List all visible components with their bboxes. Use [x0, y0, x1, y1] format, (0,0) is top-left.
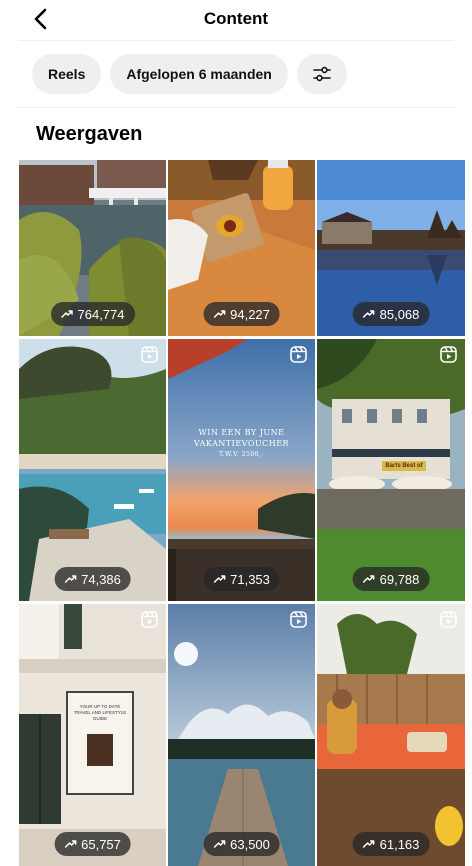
trending-up-icon — [213, 310, 225, 318]
views-badge: 69,788 — [352, 567, 430, 591]
content-tile[interactable]: 764,774 — [19, 160, 166, 336]
thumbnail-image — [168, 339, 315, 601]
thumbnail-image — [317, 604, 465, 866]
views-badge: 65,757 — [54, 832, 131, 856]
views-badge: 94,227 — [203, 302, 280, 326]
filter-settings-button[interactable] — [296, 54, 347, 94]
reel-icon — [440, 611, 457, 628]
content-tile[interactable]: 85,068 — [317, 160, 465, 336]
reel-icon — [290, 611, 307, 628]
views-count: 74,386 — [81, 571, 121, 587]
page-title: Content — [203, 9, 269, 28]
filter-divider — [18, 107, 454, 108]
content-grid: 764,774 94,227 85,068 74,386 WIN EEN BY … — [19, 160, 465, 866]
views-count: 61,163 — [379, 836, 420, 852]
content-tile[interactable]: 63,500 — [168, 604, 315, 866]
poster-text: YOUR UP TO DATE TRAVEL AND LIFESTYLE GUI… — [73, 704, 127, 721]
sliders-icon — [313, 66, 331, 82]
content-tile[interactable]: 94,227 — [168, 160, 315, 336]
views-count: 69,788 — [379, 571, 420, 587]
thumbnail-image — [168, 604, 315, 866]
reel-icon — [440, 346, 457, 363]
filter-bar: Reels Afgelopen 6 maanden — [32, 54, 347, 94]
reel-icon — [290, 346, 307, 363]
views-count: 63,500 — [230, 836, 270, 852]
views-badge: 85,068 — [352, 302, 430, 326]
content-tile[interactable]: YOUR UP TO DATE TRAVEL AND LIFESTYLE GUI… — [19, 604, 166, 866]
views-badge: 61,163 — [352, 832, 430, 856]
trending-up-icon — [64, 840, 76, 848]
trending-up-icon — [213, 840, 225, 848]
trending-up-icon — [362, 310, 375, 318]
content-tile[interactable]: WIN EEN BY JUNE VAKANTIEVOUCHER T.W.V. 2… — [168, 339, 315, 601]
views-badge: 63,500 — [203, 832, 280, 856]
trending-up-icon — [362, 575, 375, 583]
cafe-sign: Barts Best of — [382, 461, 426, 471]
promo-text: WIN EEN BY JUNE VAKANTIEVOUCHER T.W.V. 2… — [193, 428, 290, 458]
thumbnail-image — [19, 604, 166, 866]
views-count: 71,353 — [230, 571, 270, 587]
thumbnail-image — [19, 339, 166, 601]
reel-icon — [141, 611, 158, 628]
trending-up-icon — [213, 575, 225, 583]
content-type-filter-button[interactable]: Reels — [32, 54, 102, 94]
content-tile[interactable]: 61,163 — [317, 604, 465, 866]
views-badge: 74,386 — [54, 567, 131, 591]
views-count: 85,068 — [379, 306, 420, 322]
trending-up-icon — [64, 575, 76, 583]
trending-up-icon — [60, 310, 73, 318]
header-divider — [18, 40, 454, 41]
period-filter-button[interactable]: Afgelopen 6 maanden — [110, 54, 288, 94]
trending-up-icon — [362, 840, 375, 848]
views-count: 65,757 — [81, 836, 121, 852]
section-title: Weergaven — [36, 123, 143, 145]
content-tile[interactable]: Barts Best of 69,788 — [317, 339, 465, 601]
views-count: 764,774 — [77, 306, 125, 322]
top-bar: Content — [0, 0, 472, 40]
reel-icon — [141, 346, 158, 363]
views-badge: 71,353 — [203, 567, 280, 591]
views-count: 94,227 — [230, 306, 270, 322]
views-badge: 764,774 — [50, 302, 135, 326]
content-tile[interactable]: 74,386 — [19, 339, 166, 601]
